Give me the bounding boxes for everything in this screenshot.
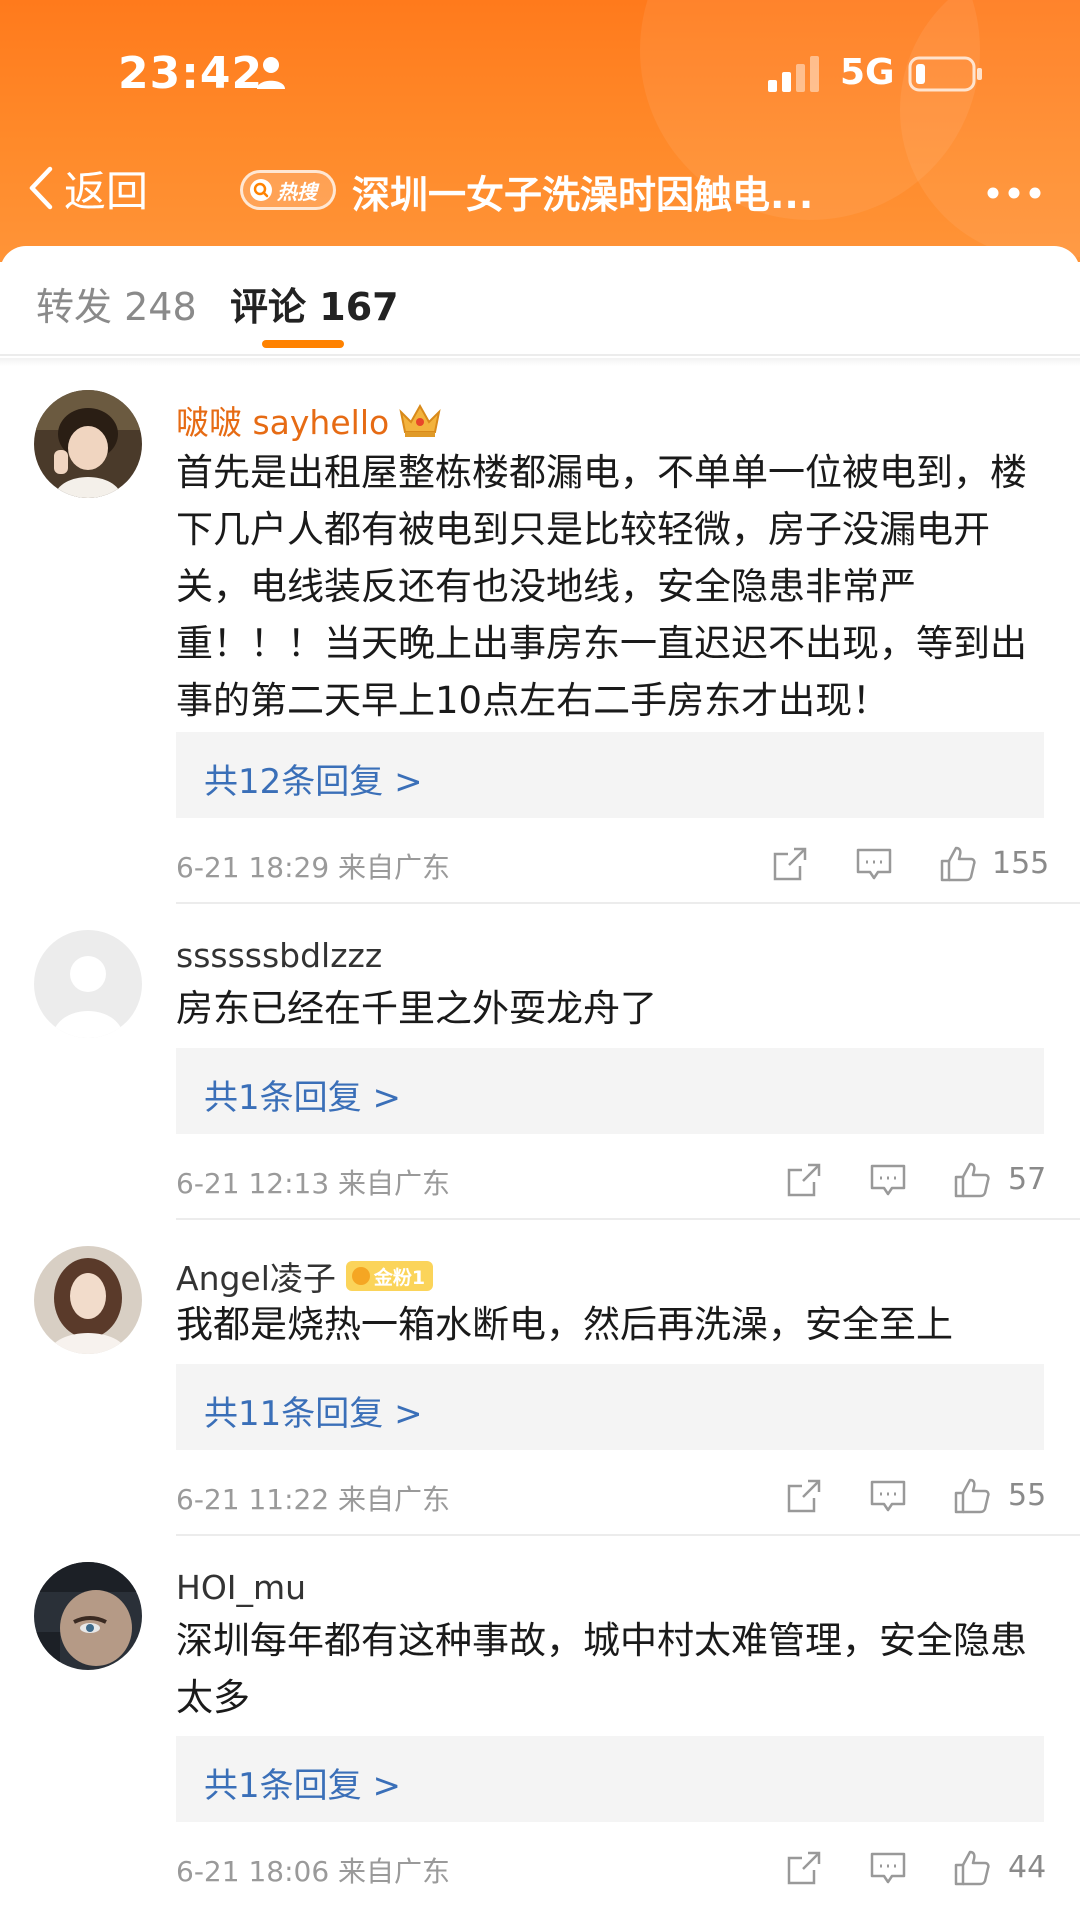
comments-card: 转发 248 评论 167 啵啵 sayhello 首先是出租屋整栋楼都漏电，不… bbox=[0, 246, 1080, 1908]
like-icon[interactable] bbox=[938, 844, 978, 884]
hot-search-label: 热搜 bbox=[277, 179, 317, 204]
reply-count-label: 共1条回复 > bbox=[204, 1766, 401, 1806]
comment-text: 首先是出租屋整栋楼都漏电，不单单一位被电到，楼下几户人都有被电到只是比较轻微，房… bbox=[176, 451, 1027, 722]
nav-bar: 返回 热搜 深圳一女子洗澡时因触电... bbox=[0, 150, 1080, 230]
reply-count-label: 共12条回复 > bbox=[204, 762, 423, 802]
username-text: ssssssbdlzzz bbox=[176, 936, 383, 975]
clock: 23:42 bbox=[118, 48, 264, 99]
battery-icon bbox=[908, 56, 982, 92]
avatar[interactable] bbox=[34, 1246, 142, 1354]
crown-icon bbox=[399, 403, 441, 437]
comment-icon[interactable] bbox=[854, 844, 894, 884]
avatar-image bbox=[34, 1562, 142, 1670]
reply-count-link[interactable]: 共1条回复 > bbox=[176, 1048, 1044, 1134]
tab-shadow bbox=[0, 358, 1080, 366]
username[interactable]: ssssssbdlzzz bbox=[176, 936, 382, 975]
username-text: Angel凌子 bbox=[176, 1259, 336, 1298]
header: 23:42 5G 返回 热搜 深圳一女子洗澡时因触电... bbox=[0, 0, 1080, 262]
like-icon[interactable] bbox=[952, 1160, 992, 1200]
like-count: 155 bbox=[992, 846, 1050, 881]
tab-comments[interactable]: 评论 167 bbox=[230, 276, 399, 331]
comment-divider bbox=[176, 1218, 1080, 1220]
fan-badge-label: 金粉1 bbox=[373, 1266, 426, 1289]
comment-divider bbox=[176, 902, 1080, 904]
share-icon[interactable] bbox=[784, 1160, 824, 1200]
username-text: HOI_mu bbox=[176, 1568, 307, 1607]
page-title: 深圳一女子洗澡时因触电... bbox=[352, 173, 814, 217]
tab-count: 248 bbox=[124, 285, 197, 329]
network-type: 5G bbox=[840, 52, 895, 93]
back-button[interactable]: 返回 bbox=[26, 160, 148, 216]
username[interactable]: Angel凌子 金粉1 bbox=[176, 1252, 434, 1300]
back-label: 返回 bbox=[64, 166, 149, 216]
like-count: 57 bbox=[1008, 1162, 1047, 1197]
tab-reposts[interactable]: 转发 248 bbox=[36, 276, 197, 331]
comment-divider bbox=[176, 1534, 1080, 1536]
tab-label: 评论 bbox=[230, 285, 307, 329]
tab-count: 167 bbox=[319, 285, 399, 329]
reply-count-link[interactable]: 共12条回复 > bbox=[176, 732, 1044, 818]
reply-count-label: 共1条回复 > bbox=[204, 1078, 401, 1118]
hot-search-badge[interactable]: 热搜 bbox=[240, 170, 336, 210]
comment-text: 我都是烧热一箱水断电，然后再洗澡，安全至上 bbox=[176, 1303, 953, 1346]
default-avatar-icon bbox=[34, 930, 142, 1038]
active-tab-indicator bbox=[262, 340, 344, 348]
username-text: 啵啵 sayhello bbox=[176, 403, 390, 442]
reply-count-link[interactable]: 共11条回复 > bbox=[176, 1364, 1044, 1450]
share-icon[interactable] bbox=[770, 844, 810, 884]
back-chevron-icon bbox=[29, 166, 53, 210]
share-icon[interactable] bbox=[784, 1848, 824, 1888]
avatar-image bbox=[34, 390, 142, 498]
tab-label: 转发 bbox=[36, 285, 113, 329]
more-icon[interactable] bbox=[986, 186, 1042, 200]
comment-actions: 55 bbox=[0, 1476, 1080, 1520]
avatar[interactable] bbox=[34, 390, 142, 498]
like-count: 44 bbox=[1008, 1850, 1047, 1885]
share-icon[interactable] bbox=[784, 1476, 824, 1516]
tab-bar: 转发 248 评论 167 bbox=[0, 246, 1080, 356]
comment-text: 深圳每年都有这种事故，城中村太难管理，安全隐患太多 bbox=[176, 1619, 1027, 1719]
signal-icon bbox=[768, 56, 819, 92]
comment-icon[interactable] bbox=[868, 1848, 908, 1888]
username[interactable]: 啵啵 sayhello bbox=[176, 396, 443, 444]
fan-level-badge: 金粉1 bbox=[345, 1261, 434, 1291]
like-icon[interactable] bbox=[952, 1848, 992, 1888]
like-icon[interactable] bbox=[952, 1476, 992, 1516]
comment-actions: 57 bbox=[0, 1160, 1080, 1204]
comment-actions: 44 bbox=[0, 1848, 1080, 1892]
avatar[interactable] bbox=[34, 1562, 142, 1670]
comment-icon[interactable] bbox=[868, 1160, 908, 1200]
status-bar: 23:42 5G bbox=[0, 0, 1080, 150]
avatar[interactable] bbox=[34, 930, 142, 1038]
avatar-image bbox=[34, 1246, 142, 1354]
comment-actions: 155 bbox=[0, 844, 1080, 888]
comment-icon[interactable] bbox=[868, 1476, 908, 1516]
reply-count-label: 共11条回复 > bbox=[204, 1394, 423, 1434]
username[interactable]: HOI_mu bbox=[176, 1568, 306, 1607]
fan-badge-icon bbox=[351, 1267, 370, 1285]
search-icon bbox=[250, 179, 272, 201]
reply-count-link[interactable]: 共1条回复 > bbox=[176, 1736, 1044, 1822]
comment-text: 房东已经在千里之外耍龙舟了 bbox=[176, 987, 657, 1030]
like-count: 55 bbox=[1008, 1478, 1047, 1513]
person-icon bbox=[257, 57, 285, 89]
